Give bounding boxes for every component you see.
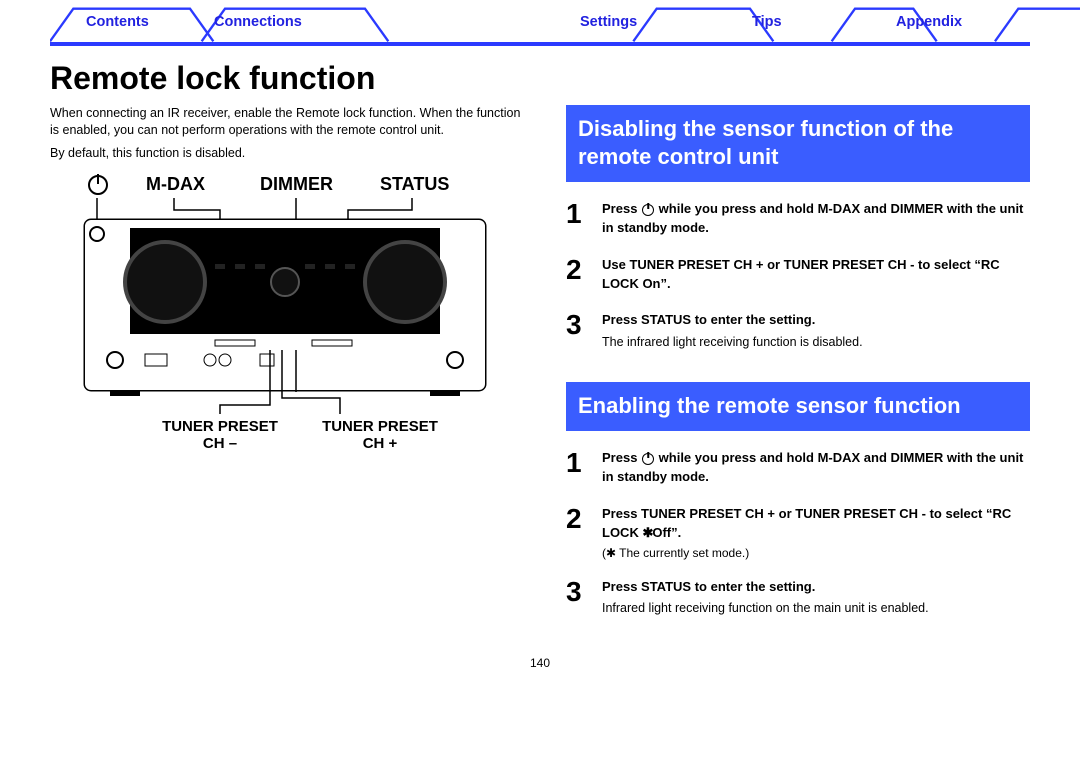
nav-settings[interactable]: Settings <box>580 10 637 34</box>
step-text: Press STATUS to enter the setting. <box>602 312 815 327</box>
step-sub: The infrared light receiving function is… <box>602 334 1030 352</box>
label-tuner-minus-l2: CH – <box>203 435 237 452</box>
step-text: Press while you press and hold M-DAX and… <box>602 201 1023 235</box>
page-number: 140 <box>50 656 1030 670</box>
section2-step3: 3 Press STATUS to enter the setting. Inf… <box>566 578 1030 618</box>
device-diagram: M-DAX DIMMER STATUS <box>50 170 520 470</box>
power-icon <box>642 453 654 465</box>
nav-tips[interactable]: Tips <box>752 10 782 34</box>
label-tuner-minus: TUNER PRESET CH – <box>145 418 295 453</box>
step-text: Press STATUS to enter the setting. <box>602 579 815 594</box>
step-sub: Infrared light receiving function on the… <box>602 600 1030 618</box>
step-number: 1 <box>566 449 588 477</box>
page-title: Remote lock function <box>50 60 1030 97</box>
section1-step1: 1 Press while you press and hold M-DAX a… <box>566 200 1030 238</box>
nav-contents[interactable]: Contents <box>86 10 149 34</box>
step-number: 2 <box>566 256 588 284</box>
intro-p1: When connecting an IR receiver, enable t… <box>50 105 530 139</box>
step-note: (✱ The currently set mode.) <box>602 546 1030 560</box>
section2-step1: 1 Press while you press and hold M-DAX a… <box>566 449 1030 487</box>
step-text: Use TUNER PRESET CH + or TUNER PRESET CH… <box>602 257 1000 291</box>
intro-p2: By default, this function is disabled. <box>50 145 530 162</box>
nav-appendix[interactable]: Appendix <box>896 10 962 34</box>
section2-title: Enabling the remote sensor function <box>566 382 1030 432</box>
step-number: 3 <box>566 578 588 606</box>
step-text: Press while you press and hold M-DAX and… <box>602 450 1023 484</box>
label-tuner-minus-l1: TUNER PRESET <box>162 418 278 435</box>
label-tuner-plus: TUNER PRESET CH + <box>305 418 455 453</box>
section1-title: Disabling the sensor function of the rem… <box>566 105 1030 182</box>
section2-step2: 2 Press TUNER PRESET CH + or TUNER PRESE… <box>566 505 1030 560</box>
power-icon <box>642 204 654 216</box>
asterisk-icon: ✱ <box>642 525 652 540</box>
intro-text: When connecting an IR receiver, enable t… <box>50 105 530 162</box>
step-number: 3 <box>566 311 588 339</box>
section2-steps: 1 Press while you press and hold M-DAX a… <box>566 449 1030 618</box>
step-number: 1 <box>566 200 588 228</box>
step-number: 2 <box>566 505 588 533</box>
label-tuner-plus-l1: TUNER PRESET <box>322 418 438 435</box>
section1-step2: 2 Use TUNER PRESET CH + or TUNER PRESET … <box>566 256 1030 294</box>
section1-steps: 1 Press while you press and hold M-DAX a… <box>566 200 1030 352</box>
step-text: Press TUNER PRESET CH + or TUNER PRESET … <box>602 506 1011 540</box>
section1-step3: 3 Press STATUS to enter the setting. The… <box>566 311 1030 351</box>
nav-connections[interactable]: Connections <box>214 10 302 34</box>
label-tuner-plus-l2: CH + <box>363 435 398 452</box>
top-nav: Contents Connections Settings Tips Appen… <box>50 4 1030 46</box>
